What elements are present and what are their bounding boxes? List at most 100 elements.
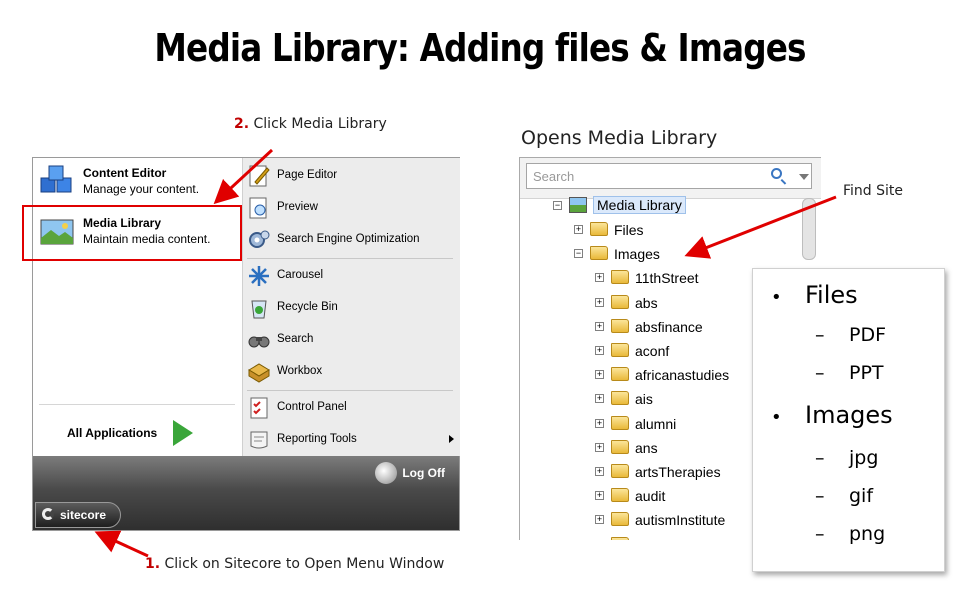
menu-divider xyxy=(39,404,235,405)
preview-icon xyxy=(249,197,267,219)
reporting-tools-label: Reporting Tools xyxy=(277,433,357,445)
expand-icon[interactable]: + xyxy=(595,370,604,380)
folder-icon xyxy=(611,391,629,406)
chevron-down-icon[interactable] xyxy=(799,174,809,180)
file-types-callout: • Files – PDF – PPT • Images – jpg – gif – png xyxy=(752,268,945,572)
menu-divider xyxy=(247,390,453,391)
content-editor-subtitle: Manage your content. xyxy=(83,182,200,196)
sitecore-logo-icon xyxy=(42,508,54,520)
tree-root-label: Media Library xyxy=(593,196,686,214)
step2-number: 2. xyxy=(234,116,250,132)
log-off-icon[interactable] xyxy=(375,462,397,484)
arrow-step1 xyxy=(94,530,149,558)
step1-annotation: 1. Click on Sitecore to Open Menu Window xyxy=(145,556,444,572)
seo-item[interactable]: Search Engine Optimization xyxy=(247,226,457,254)
gear-icon xyxy=(249,230,270,248)
search-item[interactable]: Search xyxy=(247,326,457,354)
content-editor-icon xyxy=(40,165,72,193)
log-off-button[interactable]: Log Off xyxy=(402,466,445,480)
expand-icon[interactable]: + xyxy=(595,273,604,283)
sitecore-start-button[interactable]: sitecore xyxy=(35,502,121,528)
folder-icon xyxy=(611,536,629,540)
menu-right-pane: Page Editor Preview Search Engine Optimi… xyxy=(242,158,460,456)
binoculars-icon xyxy=(248,336,270,348)
search-box xyxy=(526,163,812,189)
submenu-arrow-icon xyxy=(449,435,454,443)
content-editor-item[interactable]: Content Editor Manage your content. xyxy=(39,160,239,206)
all-applications-link[interactable]: All Applications xyxy=(67,426,157,440)
sitecore-button-label: sitecore xyxy=(60,508,107,522)
tree-node-label: 11thStreet xyxy=(635,270,699,287)
expand-icon[interactable]: + xyxy=(595,491,604,501)
sub-bullet: – gif xyxy=(815,485,874,507)
folder-icon xyxy=(611,318,629,333)
reporting-tools-item[interactable]: Reporting Tools xyxy=(247,426,457,454)
tree-node-label: autismInstitute xyxy=(635,512,726,529)
sub-bullet: – PDF xyxy=(815,324,887,346)
tree-node-label: absfinance xyxy=(635,318,703,335)
bullet-images-label: Images xyxy=(805,401,893,429)
expand-icon[interactable]: + xyxy=(595,442,604,452)
tree-node-label: bajada xyxy=(635,537,677,540)
step1-number: 1. xyxy=(145,556,161,572)
tree-node-label: africanastudies xyxy=(635,367,730,384)
preview-item[interactable]: Preview xyxy=(247,194,457,222)
tree-node-label: aconf xyxy=(635,343,670,359)
tree-search-bar xyxy=(520,158,821,199)
expand-icon[interactable]: + xyxy=(595,321,604,331)
search-input[interactable] xyxy=(527,164,763,188)
expand-icon[interactable]: + xyxy=(595,515,604,525)
workbox-item[interactable]: Workbox xyxy=(247,358,457,386)
bullet-files-label: Files xyxy=(805,281,858,309)
sub-bullet: – png xyxy=(815,523,886,545)
recycle-bin-icon xyxy=(251,300,267,319)
control-panel-label: Control Panel xyxy=(277,401,347,413)
tree-node-label: ais xyxy=(635,391,653,408)
play-arrow-icon[interactable] xyxy=(173,420,193,446)
sub-bullet: – PPT xyxy=(815,362,884,384)
workbox-label: Workbox xyxy=(277,365,323,377)
tree-scrollbar[interactable] xyxy=(802,198,816,260)
collapse-icon[interactable]: − xyxy=(553,201,562,210)
search-icon[interactable] xyxy=(771,168,782,179)
carousel-item[interactable]: Carousel xyxy=(247,262,457,290)
sub-bullet-label: png xyxy=(849,523,886,545)
tree-node-label: Images xyxy=(614,246,660,263)
carousel-label: Carousel xyxy=(277,269,324,281)
workbox-icon xyxy=(248,363,270,383)
sub-bullet-label: PPT xyxy=(849,362,884,384)
expand-icon[interactable]: + xyxy=(574,225,583,234)
find-site-annotation: Find Site xyxy=(843,183,904,199)
control-panel-item[interactable]: Control Panel xyxy=(247,394,457,422)
expand-icon[interactable]: + xyxy=(595,346,604,355)
tree-node-label: artsTherapies xyxy=(635,464,721,480)
bullet-images: • Images xyxy=(771,401,893,429)
expand-icon[interactable]: + xyxy=(595,394,604,404)
collapse-icon[interactable]: − xyxy=(574,249,583,259)
recycle-bin-item[interactable]: Recycle Bin xyxy=(247,294,457,322)
tree-node-label: alumni xyxy=(635,415,677,432)
folder-icon xyxy=(590,246,608,261)
reporting-tools-icon xyxy=(250,431,268,449)
menu-divider xyxy=(247,258,453,259)
tree-node-label: Files xyxy=(614,222,644,238)
control-panel-icon xyxy=(250,397,268,419)
tree-node-label: ans xyxy=(635,439,658,456)
folder-icon xyxy=(611,270,629,285)
page-editor-item[interactable]: Page Editor xyxy=(247,162,457,190)
sub-bullet-label: PDF xyxy=(849,324,887,346)
opens-media-library-label: Opens Media Library xyxy=(521,127,718,149)
carousel-icon xyxy=(249,266,269,286)
folder-icon xyxy=(611,512,629,527)
step2-text: Click Media Library xyxy=(253,116,387,132)
sub-bullet-label: jpg xyxy=(849,447,879,469)
expand-icon[interactable]: + xyxy=(595,297,604,307)
tree-node-label: audit xyxy=(635,488,666,505)
folder-icon xyxy=(611,415,629,430)
expand-icon[interactable]: + xyxy=(595,418,604,428)
menu-taskbar: Log Off sitecore xyxy=(33,456,459,530)
sub-bullet: – jpg xyxy=(815,447,879,469)
expand-icon[interactable]: + xyxy=(595,467,604,476)
media-library-icon xyxy=(569,197,587,213)
search-label: Search xyxy=(277,333,314,345)
